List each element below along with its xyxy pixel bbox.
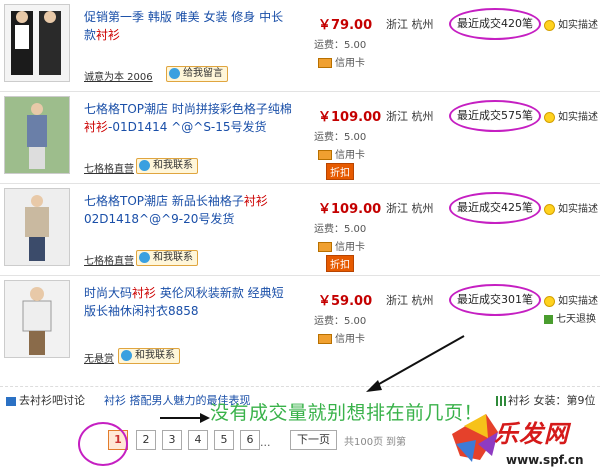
list-item: 时尚大码衬衫 英伦风秋装新款 经典短版长袖休闲衬衣8858 无悬赏 和我联系 ￥… <box>0 276 600 376</box>
discount-badge[interactable]: 折扣 <box>326 163 354 180</box>
credit-card-badge: 信用卡 <box>318 146 365 161</box>
seller-name[interactable]: 诚意为本 2006 <box>84 68 153 83</box>
message-seller-button[interactable]: 给我留言 <box>166 66 228 82</box>
product-title[interactable]: 时尚大码衬衫 英伦风秋装新款 经典短版长袖休闲衬衣8858 <box>84 284 294 320</box>
recent-sales-count: 最近成交425笔 <box>449 192 541 224</box>
credit-card-badge: 信用卡 <box>318 54 365 69</box>
discuss-link[interactable]: 去衬衫吧讨论 <box>6 392 85 408</box>
page-button[interactable]: 6 <box>240 430 260 450</box>
seven-day-return-badge: 七天退换 <box>544 310 596 325</box>
seller-name[interactable]: 七格格直营 <box>84 160 134 175</box>
page-button[interactable]: 3 <box>162 430 182 450</box>
page-button[interactable]: 5 <box>214 430 234 450</box>
location: 浙江 杭州 <box>386 18 434 31</box>
list-item: 七格格TOP潮店 新品长袖格子衬衫 02D1418^@^9-20号发货 七格格直… <box>0 184 600 276</box>
product-thumbnail[interactable] <box>4 96 70 174</box>
price: ￥109.00 <box>318 110 382 125</box>
list-item: 促销第一季 韩版 唯美 女装 修身 中长款衬衫 诚意为本 2006 给我留言 ￥… <box>0 0 600 92</box>
credit-card-badge: 信用卡 <box>318 238 365 253</box>
annotation-text: 没有成交量就别想排在前几页！ <box>210 402 484 424</box>
shipping-fee: 运费：5.00 <box>314 40 367 51</box>
price: ￥109.00 <box>318 202 382 217</box>
contact-seller-button[interactable]: 和我联系 <box>136 158 198 174</box>
goto-page-label: 到第 <box>386 437 406 448</box>
location: 浙江 杭州 <box>386 202 434 215</box>
location: 浙江 杭州 <box>386 294 434 307</box>
list-item: 七格格TOP潮店 时尚拼接彩色格子纯棉衬衫-01D1414 ^@^S-15号发货… <box>0 92 600 184</box>
contact-seller-button[interactable]: 和我联系 <box>136 250 198 266</box>
price: ￥79.00 <box>318 18 373 33</box>
location: 浙江 杭州 <box>386 110 434 123</box>
as-described-badge: 如实描述 <box>544 108 598 123</box>
shipping-fee: 运费：5.00 <box>314 224 367 235</box>
as-described-badge: 如实描述 <box>544 16 598 31</box>
page-button[interactable]: 2 <box>136 430 156 450</box>
product-thumbnail[interactable] <box>4 280 70 358</box>
highlight-circle <box>78 422 128 466</box>
recent-sales-count: 最近成交420笔 <box>449 8 541 40</box>
shipping-fee: 运费：5.00 <box>314 316 367 327</box>
product-thumbnail[interactable] <box>4 188 70 266</box>
product-thumbnail[interactable] <box>4 4 70 82</box>
as-described-badge: 如实描述 <box>544 200 598 215</box>
price: ￥59.00 <box>318 294 373 309</box>
contact-seller-button[interactable]: 和我联系 <box>118 348 180 364</box>
discount-badge[interactable]: 折扣 <box>326 255 354 272</box>
shipping-fee: 运费：5.00 <box>314 132 367 143</box>
product-title[interactable]: 七格格TOP潮店 新品长袖格子衬衫 02D1418^@^9-20号发货 <box>84 192 294 228</box>
recent-sales-count: 最近成交575笔 <box>449 100 541 132</box>
as-described-badge: 如实描述 <box>544 292 598 307</box>
product-title[interactable]: 促销第一季 韩版 唯美 女装 修身 中长款衬衫 <box>84 8 294 44</box>
credit-card-badge: 信用卡 <box>318 330 365 345</box>
chat-icon <box>6 396 16 406</box>
product-title[interactable]: 七格格TOP潮店 时尚拼接彩色格子纯棉衬衫-01D1414 ^@^S-15号发货 <box>84 100 294 136</box>
seller-name[interactable]: 无悬赏 <box>84 350 114 365</box>
watermark-text: 乐发网 <box>494 420 569 448</box>
seller-name[interactable]: 七格格直营 <box>84 252 134 267</box>
next-page-button[interactable]: 下一页 <box>290 430 337 450</box>
page-ellipsis: ... <box>260 436 271 449</box>
total-pages: 共100页 <box>344 437 384 448</box>
recent-sales-count: 最近成交301笔 <box>449 284 541 316</box>
page-button[interactable]: 4 <box>188 430 208 450</box>
watermark-url: www.spf.cn <box>506 453 584 467</box>
